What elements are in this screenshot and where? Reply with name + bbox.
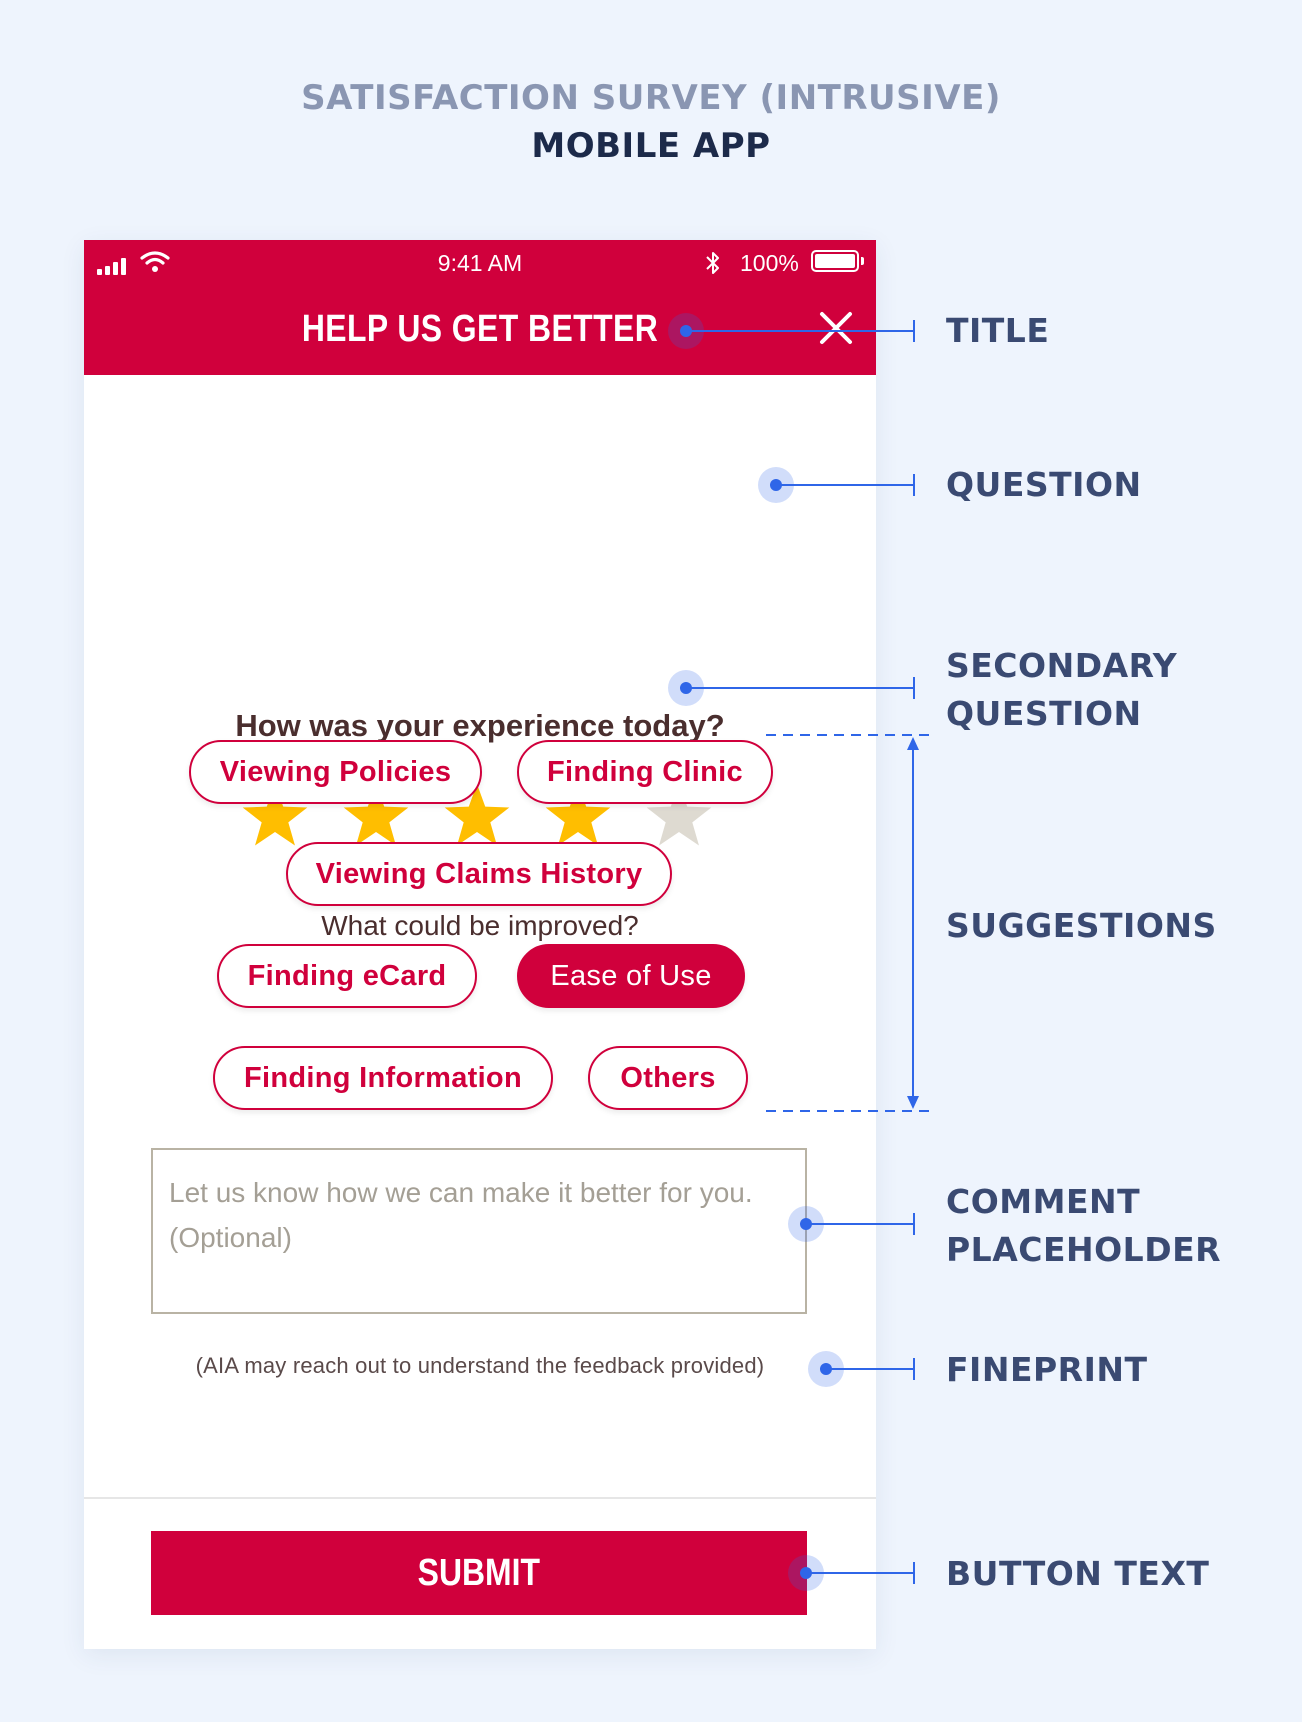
suggestion-chip-finding-clinic[interactable]: Finding Clinic — [517, 740, 773, 804]
annotation-arrow-down — [907, 1096, 919, 1109]
page-subtitle: MOBILE APP — [531, 126, 771, 166]
comment-field[interactable] — [151, 1148, 807, 1314]
annotation-label-question: QUESTION — [946, 465, 1142, 504]
suggestion-chip-label: Finding Information — [244, 1061, 522, 1094]
submit-button-label: SUBMIT — [417, 1551, 541, 1594]
fineprint: (AIA may reach out to understand the fee… — [195, 1353, 765, 1378]
phone-screen: 9:41 AM 100% HELP US GET BETTER How was … — [84, 240, 876, 1649]
suggestion-chip-finding-ecard[interactable]: Finding eCard — [217, 944, 477, 1008]
suggestion-chip-others[interactable]: Others — [588, 1046, 748, 1110]
suggestion-chip-viewing-claims-history[interactable]: Viewing Claims History — [286, 842, 672, 906]
annotation-label-line: QUESTION — [946, 694, 1142, 733]
battery-tip — [861, 257, 864, 265]
annotation-label-line: PLACEHOLDER — [946, 1230, 1222, 1269]
annotation-label-line: COMMENT — [946, 1182, 1141, 1221]
app-bar-title: HELP US GET BETTER — [301, 308, 659, 350]
annotation-label-comment-placeholder: COMMENT PLACEHOLDER — [946, 1178, 1221, 1274]
annotation-label-button-text: BUTTON TEXT — [946, 1554, 1210, 1593]
suggestion-chip-label: Finding eCard — [247, 959, 447, 992]
annotation-label-line: SECONDARY — [946, 646, 1178, 685]
annotation-label-suggestions: SUGGESTIONS — [946, 906, 1217, 945]
annotation-arrow-up — [907, 737, 919, 750]
suggestion-chip-finding-information[interactable]: Finding Information — [213, 1046, 553, 1110]
annotation-label-title: TITLE — [946, 311, 1050, 350]
close-icon[interactable] — [816, 308, 856, 348]
annotation-label-fineprint: FINEPRINT — [946, 1350, 1148, 1389]
app-bar: 9:41 AM 100% HELP US GET BETTER — [84, 240, 876, 375]
suggestion-chip-viewing-policies[interactable]: Viewing Policies — [189, 740, 482, 804]
battery-percentage: 100% — [740, 250, 799, 276]
suggestion-chip-label: Finding Clinic — [547, 755, 743, 788]
divider — [84, 1497, 876, 1499]
survey-question: How was your experience today? — [235, 708, 725, 743]
suggestion-chip-label: Others — [620, 1061, 716, 1094]
status-bar: 9:41 AM 100% — [84, 240, 876, 286]
battery-icon — [811, 250, 859, 272]
suggestion-chip-label: Viewing Claims History — [315, 857, 643, 890]
bluetooth-icon — [706, 252, 719, 274]
secondary-question: What could be improved? — [321, 910, 639, 941]
annotation-label-secondary-question: SECONDARY QUESTION — [946, 642, 1177, 738]
suggestion-chip-label: Ease of Use — [550, 959, 712, 992]
page-title: SATISFACTION SURVEY (INTRUSIVE) — [301, 78, 1001, 118]
suggestion-chip-label: Viewing Policies — [219, 755, 452, 788]
suggestion-chip-ease-of-use[interactable]: Ease of Use — [517, 944, 745, 1008]
submit-button[interactable]: SUBMIT — [151, 1531, 807, 1615]
